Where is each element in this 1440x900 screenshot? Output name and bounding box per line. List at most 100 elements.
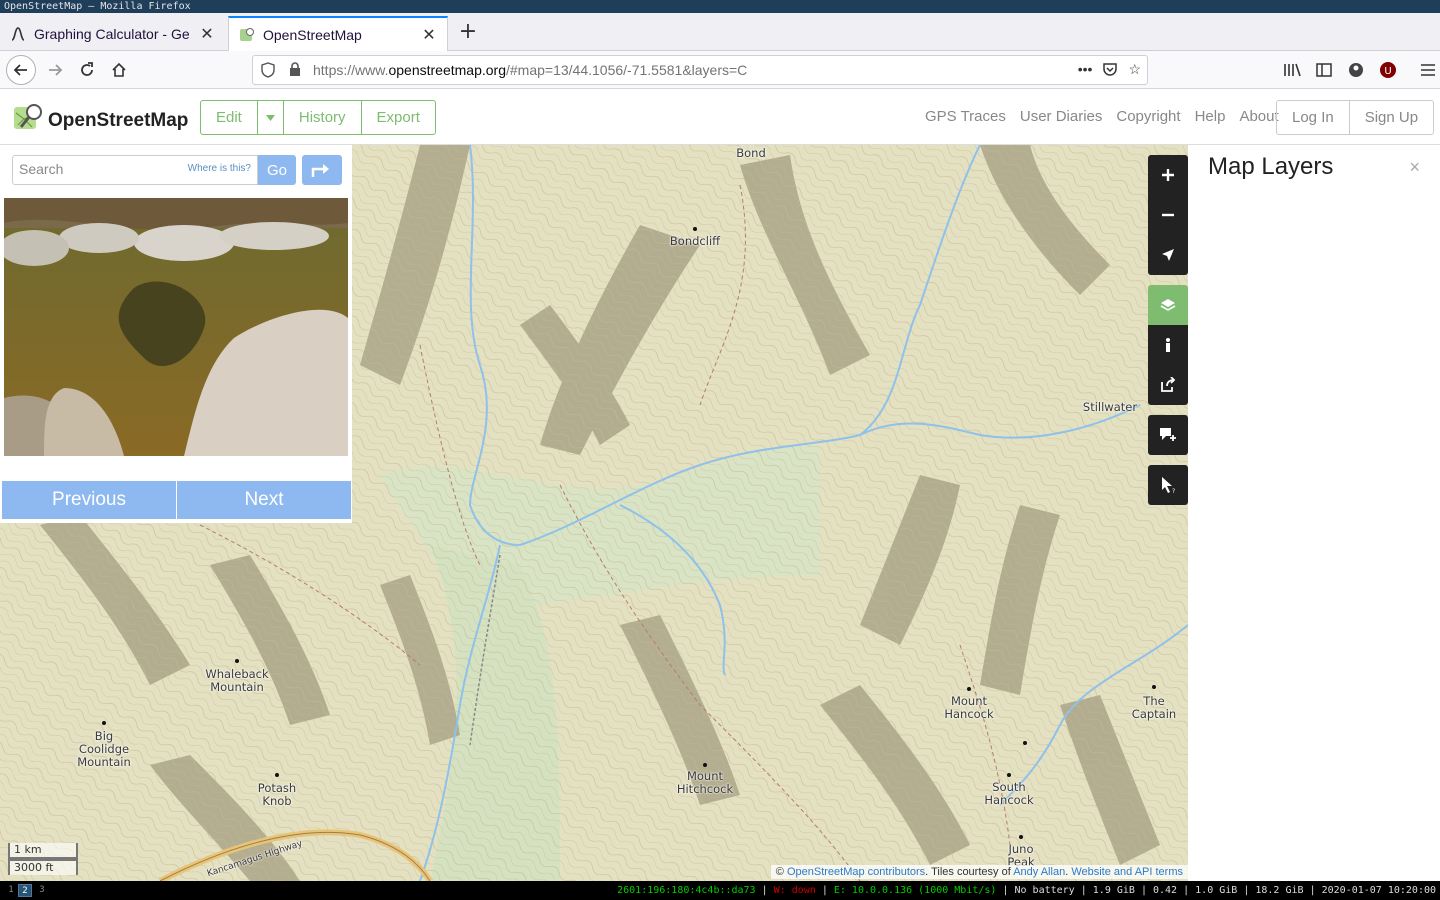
place-label[interactable]: Mount Hancock — [944, 695, 993, 721]
where-is-this-link[interactable]: Where is this? — [188, 163, 251, 174]
place-label[interactable]: South Hancock — [984, 781, 1033, 807]
info-icon[interactable] — [1148, 325, 1188, 365]
tab-label: Graphing Calculator - Ge — [34, 26, 190, 42]
place-label[interactable]: Big Coolidge Mountain — [77, 730, 131, 769]
gps-traces-link[interactable]: GPS Traces — [925, 108, 1006, 125]
zoom-out-icon[interactable] — [1148, 195, 1188, 235]
photo-pager: Previous Next — [2, 481, 352, 519]
reload-icon[interactable] — [72, 55, 102, 85]
peak-marker — [275, 773, 279, 777]
zoom-in-icon[interactable] — [1148, 155, 1188, 195]
map-controls: ? — [1148, 155, 1188, 505]
scale-km: 1 km — [8, 843, 78, 859]
peak-marker — [235, 659, 239, 663]
osm-logo-icon — [12, 103, 42, 138]
osm-favicon-icon — [239, 27, 255, 43]
system-status-bar: 1 2 3 2601:196:180:4c4b::da73 | W: down … — [0, 881, 1440, 900]
copyright-link[interactable]: Copyright — [1116, 108, 1180, 125]
export-button[interactable]: Export — [362, 101, 435, 134]
help-link[interactable]: Help — [1195, 108, 1226, 125]
edit-button-group: Edit History Export — [200, 100, 436, 135]
peak-marker — [1023, 741, 1027, 745]
next-button[interactable]: Next — [177, 481, 352, 519]
signup-button[interactable]: Sign Up — [1350, 101, 1433, 134]
lock-icon[interactable] — [289, 62, 301, 80]
share-icon[interactable] — [1148, 365, 1188, 405]
close-tab-icon[interactable]: ✕ — [199, 24, 215, 44]
sidebar-icon[interactable] — [1312, 55, 1336, 85]
about-link[interactable]: About — [1239, 108, 1278, 125]
directions-icon[interactable] — [302, 155, 342, 185]
place-label[interactable]: Bond — [736, 147, 766, 160]
place-label[interactable]: The Captain — [1132, 695, 1176, 721]
scale-ft: 3000 ft — [8, 859, 78, 875]
tab-label: OpenStreetMap — [263, 27, 362, 43]
place-label[interactable]: Potash Knob — [258, 782, 296, 808]
river-photo — [4, 198, 348, 456]
workspace-3[interactable]: 3 — [35, 884, 49, 897]
peak-marker — [967, 687, 971, 691]
map-scale: 1 km 3000 ft — [8, 843, 78, 875]
place-label[interactable]: Bondcliff — [670, 235, 720, 248]
andy-allan-link[interactable]: Andy Allan — [1013, 866, 1065, 878]
add-note-icon[interactable] — [1148, 415, 1188, 455]
pocket-icon[interactable] — [1102, 61, 1118, 80]
site-logo[interactable]: OpenStreetMap — [12, 103, 188, 138]
sidebar: Search Where is this? Go Previous Next — [0, 145, 352, 523]
shield-icon[interactable] — [261, 62, 275, 81]
tab-strip: Graphing Calculator - Ge ✕ OpenStreetMap… — [0, 13, 1440, 52]
layers-icon[interactable] — [1148, 285, 1188, 325]
edit-button[interactable]: Edit — [201, 101, 258, 134]
account-icon[interactable] — [1344, 55, 1368, 85]
edit-dropdown-icon[interactable] — [258, 101, 284, 134]
home-icon[interactable] — [104, 55, 134, 85]
close-icon[interactable]: × — [1409, 157, 1420, 178]
peak-marker — [1019, 835, 1023, 839]
query-features-icon[interactable]: ? — [1148, 465, 1188, 505]
previous-button[interactable]: Previous — [2, 481, 177, 519]
locate-icon[interactable] — [1148, 235, 1188, 275]
svg-text:?: ? — [1172, 488, 1175, 494]
menu-icon[interactable] — [1416, 55, 1440, 85]
bookmark-star-icon[interactable]: ☆ — [1128, 61, 1141, 80]
place-label[interactable]: Mount Hitchcock — [677, 770, 733, 796]
new-tab-icon[interactable]: + — [456, 21, 480, 45]
window-title: OpenStreetMap — Mozilla Firefox — [0, 0, 1440, 13]
auth-button-group: Log In Sign Up — [1276, 100, 1435, 135]
navigation-toolbar: https://www.openstreetmap.org/#map=13/44… — [0, 51, 1440, 89]
go-button[interactable]: Go — [258, 155, 296, 185]
graph-icon — [10, 26, 26, 42]
search-placeholder: Search — [19, 161, 64, 177]
user-diaries-link[interactable]: User Diaries — [1020, 108, 1103, 125]
workspace-2[interactable]: 2 — [18, 884, 32, 897]
place-label[interactable]: Whaleback Mountain — [205, 668, 268, 694]
peak-marker — [102, 721, 106, 725]
back-icon[interactable] — [6, 55, 36, 85]
site-title: OpenStreetMap — [48, 109, 189, 131]
url-bar[interactable]: https://www.openstreetmap.org/#map=13/44… — [252, 55, 1148, 85]
ublock-icon[interactable]: U — [1376, 55, 1400, 85]
status-info: 2601:196:180:4c4b::da73 | W: down | E: 1… — [617, 885, 1436, 896]
workspace-1[interactable]: 1 — [4, 884, 18, 897]
url-text[interactable]: https://www.openstreetmap.org/#map=13/44… — [313, 62, 747, 78]
header-links: GPS Traces User Diaries Copyright Help A… — [925, 108, 1279, 125]
forward-icon[interactable] — [40, 55, 70, 85]
map-attribution: © OpenStreetMap contributors. Tiles cour… — [770, 865, 1188, 879]
layers-panel: Map Layers × — [1188, 145, 1440, 881]
close-tab-icon[interactable]: ✕ — [421, 25, 437, 45]
tab-graphing-calculator[interactable]: Graphing Calculator - Ge ✕ — [0, 17, 225, 51]
place-label[interactable]: Stillwater — [1083, 401, 1137, 414]
tab-openstreetmap[interactable]: OpenStreetMap ✕ — [228, 16, 448, 52]
more-actions-icon[interactable]: ••• — [1078, 61, 1093, 80]
layers-title: Map Layers — [1208, 153, 1334, 180]
search-input[interactable]: Search Where is this? — [12, 155, 258, 185]
login-button[interactable]: Log In — [1277, 101, 1350, 134]
svg-text:U: U — [1384, 66, 1391, 77]
library-icon[interactable] — [1280, 55, 1304, 85]
history-button[interactable]: History — [284, 101, 362, 134]
peak-marker — [1152, 685, 1156, 689]
terms-link[interactable]: Website and API terms — [1071, 866, 1183, 878]
peak-marker — [693, 227, 697, 231]
osm-contributors-link[interactable]: OpenStreetMap contributors — [787, 866, 925, 878]
peak-marker — [1007, 773, 1011, 777]
